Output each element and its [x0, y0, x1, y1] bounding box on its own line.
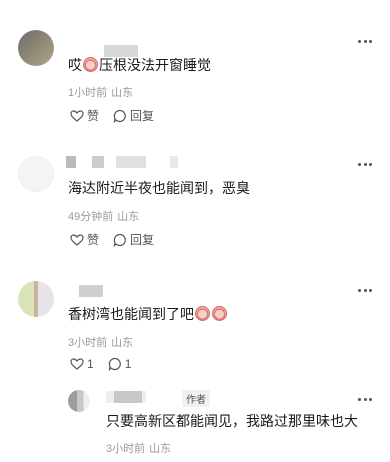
reply-button[interactable]: 回复 [113, 107, 154, 124]
author-badge: 作者 [182, 390, 210, 407]
reply-icon [108, 357, 121, 371]
comment-actions: 赞 回复 [70, 107, 154, 124]
avatar[interactable] [18, 30, 54, 66]
reply-count: 1 [124, 357, 132, 371]
more-icon[interactable] [358, 162, 372, 166]
location: 山东 [149, 443, 172, 455]
username-blurred[interactable] [66, 156, 186, 168]
like-label: 赞 [87, 109, 100, 123]
comment-text-part: 哎 [68, 57, 82, 73]
emoji-icon [195, 306, 210, 321]
username-blurred[interactable] [106, 391, 146, 403]
reply-button[interactable]: 1 [108, 357, 132, 371]
like-icon [70, 233, 84, 246]
avatar[interactable] [18, 281, 54, 317]
comment-meta: 3小时前 山东 [68, 334, 133, 350]
comment-text-part: 香树湾也能闻到了吧 [68, 306, 194, 322]
reply-icon [113, 109, 126, 123]
like-count: 1 [87, 357, 94, 371]
reply-text: 只要高新区都能闻见，我路过那里味也大 [106, 413, 358, 429]
timestamp: 49分钟前 [68, 211, 114, 223]
reply-label: 回复 [130, 233, 155, 247]
like-button[interactable]: 赞 [70, 107, 99, 124]
like-icon [70, 358, 84, 370]
like-button[interactable]: 赞 [70, 231, 99, 248]
like-button[interactable]: 1 [70, 357, 94, 371]
more-icon[interactable] [358, 288, 372, 292]
timestamp: 1小时前 [68, 87, 108, 99]
reply-icon [113, 233, 126, 247]
comment-text: 香树湾也能闻到了吧 [68, 305, 228, 323]
more-icon[interactable] [358, 397, 372, 401]
reply-button[interactable]: 回复 [113, 231, 154, 248]
reply-meta: 3小时前 山东 [106, 440, 171, 456]
comment-meta: 1小时前 山东 [68, 84, 133, 100]
location: 山东 [111, 337, 134, 349]
emoji-icon [212, 306, 227, 321]
avatar[interactable] [68, 390, 90, 412]
location: 山东 [117, 211, 140, 223]
comment-actions: 赞 回复 [70, 231, 154, 248]
comment-text: 海达附近半夜也能闻到，恶臭 [68, 180, 250, 196]
avatar[interactable] [18, 156, 54, 192]
timestamp: 3小时前 [68, 337, 108, 349]
comment-actions: 1 1 [70, 357, 131, 371]
reply-label: 回复 [130, 109, 155, 123]
comment-meta: 49分钟前 山东 [68, 208, 139, 224]
more-icon[interactable] [358, 39, 372, 43]
timestamp: 3小时前 [106, 443, 146, 455]
emoji-icon [83, 57, 98, 72]
like-icon [70, 109, 84, 122]
location: 山东 [111, 87, 134, 99]
username-blurred[interactable] [79, 285, 103, 297]
like-label: 赞 [87, 233, 100, 247]
comment-text: 哎 压根没法开窗睡觉 [68, 56, 211, 74]
comment-text-part: 压根没法开窗睡觉 [99, 57, 211, 73]
